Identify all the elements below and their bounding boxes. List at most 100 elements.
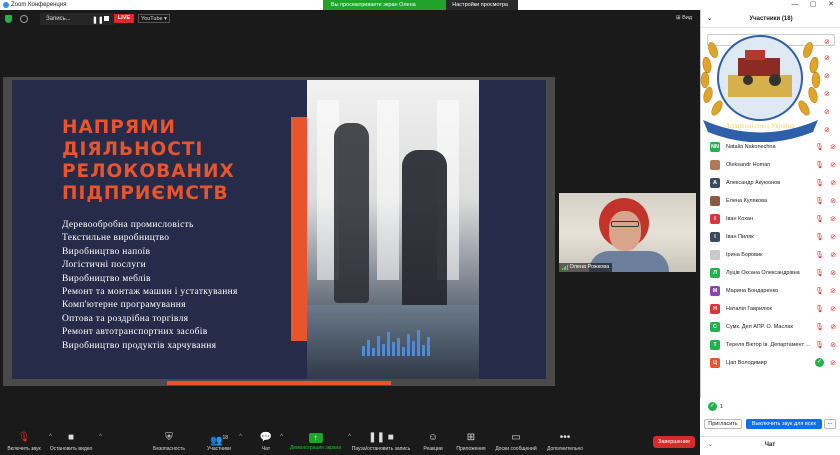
video-off-icon: ⊘ — [830, 180, 836, 187]
video-off-icon: ⊘ — [830, 324, 836, 331]
slide-item: Ремонт автотранспортних засобів — [62, 327, 208, 338]
video-off-icon: ⊘ — [830, 306, 836, 313]
participant-row[interactable]: Oleksandr Homan 🎙 ⊘ — [700, 156, 840, 174]
photo-window — [377, 100, 399, 280]
stream-platform-dropdown[interactable]: YouTube ▾ — [138, 14, 170, 23]
panel-more-button[interactable]: ... — [824, 419, 836, 429]
camera-icon: ■ — [67, 432, 75, 443]
mute-all-button[interactable]: Выключить звук для всех — [746, 419, 822, 429]
pause-stop-icon: ❚❚ ■ — [368, 432, 394, 443]
mic-muted-icon: 🎙 — [815, 198, 824, 205]
apps-label: Приложения — [456, 446, 486, 452]
end-meeting-button[interactable]: Завершение — [653, 436, 695, 448]
recording-icon — [20, 15, 28, 23]
mic-muted-icon: 🎙 — [815, 144, 824, 151]
chat-label: Чат — [261, 446, 271, 452]
invite-button[interactable]: Пригласить — [704, 419, 742, 429]
pause-recording-icon[interactable]: ❚❚ — [92, 16, 104, 24]
stop-video-label: Остановить видео — [49, 446, 93, 452]
video-name-label: Олена Рожкова — [559, 263, 613, 272]
chat-button[interactable]: 💬 Чат ^ — [257, 432, 283, 452]
participant-row[interactable]: Ц Цап Володимир ✓ ⊘ — [700, 354, 840, 372]
more-label: Дополнительно — [547, 446, 583, 452]
apps-icon: ⊞ — [466, 432, 476, 443]
window-title: Zoom Конференция — [11, 2, 67, 8]
participant-row[interactable]: Л Луців Оксана Олександрівна 🎙 ⊘ — [700, 264, 840, 282]
share-screen-button[interactable]: ↑ Демонстрация экрана ^ — [288, 432, 351, 451]
video-off-icon: ⊘ — [824, 91, 830, 98]
participant-video-tile[interactable]: Олена Рожкова — [559, 193, 696, 272]
participant-row[interactable]: NN Natalia Nakonechna 🎙 ⊘ — [700, 138, 840, 156]
participant-avatar: Л — [710, 268, 720, 278]
chevron-up-icon[interactable]: ^ — [280, 434, 283, 440]
chevron-down-icon[interactable]: ⌄ — [708, 437, 713, 454]
reactions-label: Реакции — [423, 446, 443, 452]
mic-muted-icon: 🎙 — [815, 162, 824, 169]
close-button[interactable]: ✕ — [822, 0, 840, 10]
maximize-button[interactable]: ▢ — [804, 0, 822, 10]
participant-name: Ірина Боровик — [726, 252, 763, 258]
slide-item: Деревообробна промисловість — [62, 220, 194, 230]
meeting-topbar: Запись... ❚❚ LIVE YouTube ▾ ⊞ Вид — [0, 10, 700, 28]
participant-row[interactable]: А Александр Акуюонов 🎙 ⊘ — [700, 174, 840, 192]
chat-panel-header[interactable]: ⌄ Чат — [700, 436, 840, 455]
live-badge: LIVE — [114, 14, 134, 23]
slide-title: НАПРЯМИ ДІЯЛЬНОСТІ РЕЛОКОВАНИХ ПІДПРИЄМС… — [62, 117, 235, 204]
slide-item: Виробництво меблів — [62, 273, 151, 284]
participant-name: Луців Оксана Олександрівна — [726, 270, 800, 276]
reactions-button[interactable]: ☺ Реакции — [421, 432, 445, 452]
participant-name: Александр Акуюонов — [726, 180, 781, 186]
participant-row[interactable]: Ірина Боровик 🎙 ⊘ — [700, 246, 840, 264]
participant-row[interactable]: М Марина Бондаренко 🎙 ⊘ — [700, 282, 840, 300]
participant-row[interactable]: Т Тереля Віктор ів. Департамент ... 🎙 ⊘ — [700, 336, 840, 354]
participant-name: Сумк. Деп АПР. О. Маслак — [726, 324, 793, 330]
chat-icon: 💬 — [259, 432, 273, 443]
participant-avatar: Н — [710, 304, 720, 314]
view-button[interactable]: ⊞ Вид — [676, 15, 692, 21]
chevron-up-icon[interactable]: ^ — [239, 434, 242, 440]
chevron-up-icon[interactable]: ^ — [99, 434, 102, 440]
participants-button[interactable]: 👥18 Участники ^ — [204, 432, 242, 452]
check-icon: ✓ — [708, 402, 717, 411]
view-options-button[interactable]: Настройки просмотра ▾ — [446, 0, 518, 18]
participant-name: Тереля Віктор ів. Департамент ... — [726, 342, 811, 348]
mic-muted-icon: 🎙 — [815, 216, 824, 223]
participant-row[interactable]: Елена Кулякова 🎙 ⊘ — [700, 192, 840, 210]
stop-recording-icon[interactable] — [104, 16, 109, 21]
more-button[interactable]: ••• Дополнительно — [545, 432, 585, 452]
video-person-glasses — [611, 221, 639, 227]
participant-row[interactable]: І Іван Кохан 🎙 ⊘ — [700, 210, 840, 228]
stop-video-button[interactable]: ■ Остановить видео ^ — [48, 432, 102, 452]
security-button[interactable]: ⛨ Безопасность — [150, 432, 188, 452]
pause-recording-button[interactable]: ❚❚ ■ Пауза/остановить запись — [350, 432, 412, 452]
video-off-icon: ⊘ — [830, 360, 836, 367]
unmute-button[interactable]: 🎙 Включить звук ^ — [4, 432, 52, 452]
video-off-icon: ⊘ — [824, 39, 830, 46]
slide-item: Логістичні послуги — [62, 260, 146, 271]
slide-item: Виробництво напоїв — [62, 246, 151, 257]
video-person-face — [609, 211, 641, 251]
photo-chart-bars — [362, 330, 430, 356]
mic-muted-icon: 🎙 — [815, 324, 824, 331]
security-shield-icon[interactable] — [5, 15, 12, 23]
participants-count: 18 — [222, 435, 228, 441]
minimize-button[interactable]: — — [786, 0, 804, 10]
signal-icon — [562, 265, 568, 270]
mic-muted-icon: 🎙 — [815, 288, 824, 295]
slide-item: Виробництво продуктів харчування — [62, 340, 217, 351]
participant-row[interactable]: Н Наталія Гаврилюк 🎙 ⊘ — [700, 300, 840, 318]
participant-avatar: І — [710, 232, 720, 242]
whiteboard-button[interactable]: ▭ Доски сообщений — [493, 432, 539, 452]
participant-avatar — [710, 250, 720, 260]
participant-row[interactable]: І Іван Пиляк 🎙 ⊘ — [700, 228, 840, 246]
participant-row[interactable]: С Сумк. Деп АПР. О. Маслак 🎙 ⊘ — [700, 318, 840, 336]
apps-button[interactable]: ⊞ Приложения — [454, 432, 488, 452]
share-screen-icon: ↑ — [308, 433, 323, 443]
whiteboard-label: Доски сообщений — [495, 446, 537, 452]
participant-avatar — [710, 196, 720, 206]
agrarian-union-emblem: Аграрний союз України — [700, 35, 821, 142]
whiteboard-icon: ▭ — [511, 432, 521, 443]
participant-name: Oleksandr Homan — [726, 162, 771, 168]
security-label: Безопасность — [153, 446, 185, 452]
participant-avatar: С — [710, 322, 720, 332]
